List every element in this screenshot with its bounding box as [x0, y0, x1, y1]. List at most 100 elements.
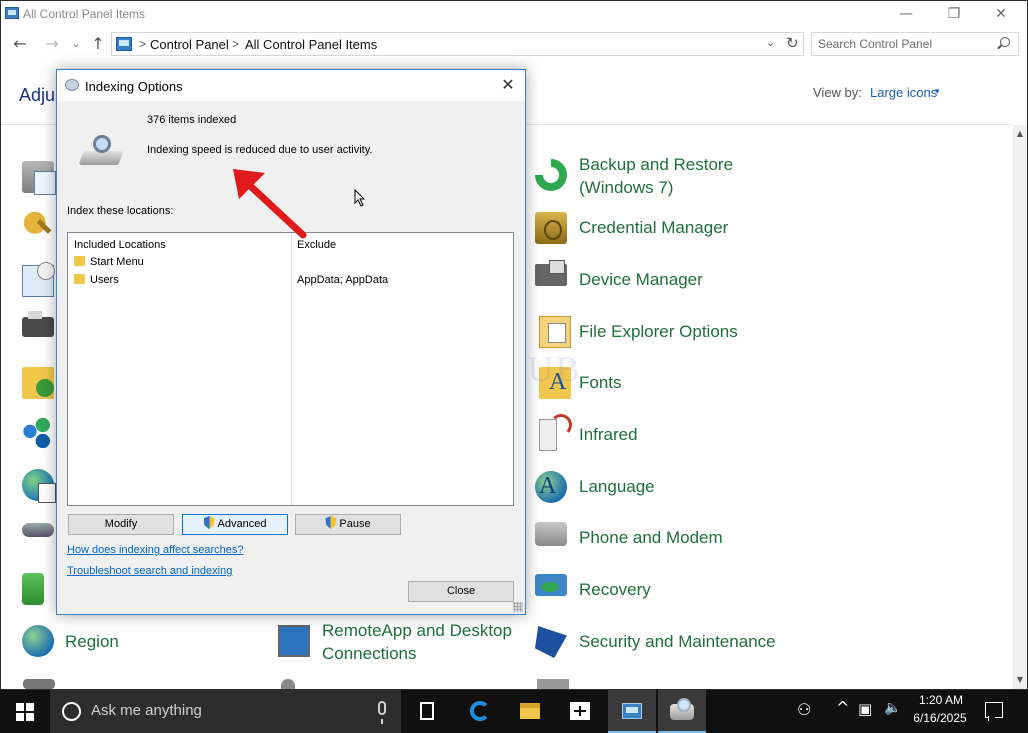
dialog-title: Indexing Options: [85, 79, 183, 94]
taskbar: Ask me anything ⚇ ^ ▣ 🔈 1:20 AM 6/16/202…: [0, 690, 1028, 733]
indexing-icon: [65, 79, 79, 91]
storage-spaces-icon[interactable]: [537, 679, 569, 689]
column-header-included[interactable]: Included Locations: [74, 239, 166, 251]
refresh-icon[interactable]: ↻: [786, 34, 799, 52]
annotation-arrow-icon: [233, 169, 307, 239]
security-flag-icon: [535, 626, 567, 658]
control-panel-icon: [622, 703, 642, 719]
internet-options-icon[interactable]: [22, 469, 56, 503]
start-button[interactable]: [0, 690, 50, 733]
back-button[interactable]: ←: [9, 33, 31, 55]
globe-clock-icon: [22, 625, 54, 657]
close-button[interactable]: ✕: [978, 3, 1024, 27]
cp-item-label: File Explorer Options: [579, 322, 738, 341]
address-row: ← → ⌄ ↑ > Control Panel > All Control Pa…: [1, 29, 1027, 59]
microphone-icon[interactable]: [378, 701, 386, 724]
dialog-close-button[interactable]: Close: [408, 581, 514, 602]
forward-button[interactable]: →: [41, 33, 63, 55]
modify-button-label: Modify: [104, 518, 138, 530]
taskbar-search-box[interactable]: Ask me anything: [50, 690, 401, 733]
credential-keys-icon[interactable]: [22, 210, 54, 242]
resize-grip-icon[interactable]: [513, 602, 523, 612]
location-exclude: AppData; AppData: [297, 274, 389, 286]
network-icon[interactable]: ▣: [858, 700, 872, 718]
recent-locations-button[interactable]: ⌄: [65, 33, 87, 55]
remote-desktop-icon: [278, 625, 310, 657]
date-time-icon[interactable]: [22, 262, 55, 297]
breadcrumb-separator: >: [139, 37, 147, 51]
address-dropdown-icon[interactable]: ⌄: [766, 36, 775, 49]
task-view-icon: [420, 702, 434, 720]
breadcrumb-all-items[interactable]: All Control Panel Items: [245, 37, 377, 52]
uac-shield-icon: [203, 516, 215, 529]
troubleshoot-link[interactable]: Troubleshoot search and indexing: [67, 565, 232, 577]
taskbar-file-explorer[interactable]: [506, 690, 554, 733]
how-indexing-link[interactable]: How does indexing affect searches?: [67, 544, 244, 556]
device-manager-icon: [535, 260, 567, 286]
mouse-cursor-icon: [354, 189, 366, 207]
cp-item-label: Security and Maintenance: [579, 632, 776, 651]
recovery-icon: [535, 574, 567, 596]
search-icon[interactable]: [1000, 37, 1010, 47]
phone-modem-icon: [535, 522, 567, 546]
taskbar-indexing-options[interactable]: [658, 690, 706, 733]
dialog-close-icon[interactable]: ✕: [497, 74, 519, 96]
scroll-down-icon[interactable]: ▼: [1013, 673, 1027, 687]
address-bar[interactable]: > Control Panel > All Control Panel Item…: [111, 32, 804, 56]
volume-icon[interactable]: 🔈: [884, 700, 901, 716]
taskbar-store[interactable]: [556, 690, 604, 733]
advanced-button[interactable]: Advanced: [182, 514, 288, 535]
up-button[interactable]: ↑: [87, 33, 109, 55]
cortana-icon: [62, 702, 81, 721]
homegroup-icon[interactable]: [22, 417, 54, 449]
sound-icon[interactable]: [23, 679, 55, 689]
breadcrumb-control-panel[interactable]: Control Panel: [150, 37, 229, 52]
indexing-status-message: Indexing speed is reduced due to user ac…: [147, 144, 373, 156]
show-hidden-icons-chevron-icon[interactable]: ^: [836, 698, 849, 717]
maximize-button[interactable]: ❐: [931, 3, 977, 27]
folder-icon: [74, 274, 85, 284]
vertical-scrollbar[interactable]: ▲ ▼: [1013, 125, 1027, 689]
cp-item-label: Fonts: [579, 373, 622, 392]
taskbar-search-text: Ask me anything: [91, 702, 202, 719]
minimize-button[interactable]: —: [883, 3, 929, 27]
pause-button-label: Pause: [339, 518, 371, 530]
advanced-button-label: Advanced: [217, 518, 267, 530]
people-icon[interactable]: ⚇: [797, 700, 811, 719]
devices-printers-icon[interactable]: [22, 311, 54, 337]
edge-browser-icon: [470, 701, 490, 721]
clock-time[interactable]: 1:20 AM: [918, 693, 964, 707]
action-center-icon[interactable]: [985, 702, 1003, 721]
task-view-button[interactable]: [403, 690, 451, 733]
indexing-options-dialog: Indexing Options ✕ 376 items indexed Ind…: [56, 69, 526, 615]
microphone-icon[interactable]: [281, 679, 295, 689]
pause-button[interactable]: Pause: [295, 514, 401, 535]
power-options-icon[interactable]: [22, 573, 44, 605]
search-box[interactable]: [811, 32, 1019, 56]
taskbar-control-panel[interactable]: [608, 690, 656, 733]
cp-item-label: Infrared: [579, 425, 638, 444]
search-input[interactable]: [818, 36, 988, 52]
cp-item-label: Language: [579, 477, 655, 496]
cp-item-label: Device Manager: [579, 270, 703, 289]
caret-down-icon[interactable]: ▾: [935, 87, 940, 97]
scroll-up-icon[interactable]: ▲: [1013, 127, 1027, 141]
language-globe-icon: [535, 471, 567, 503]
file-history-icon[interactable]: [22, 367, 54, 399]
location-users[interactable]: Users: [90, 274, 119, 286]
cp-item-label: Backup and Restore: [579, 155, 734, 174]
view-by-dropdown[interactable]: Large icons: [870, 85, 937, 100]
modify-button[interactable]: Modify: [68, 514, 174, 535]
control-panel-icon: [5, 7, 19, 19]
windows-logo-icon: [16, 703, 34, 721]
backup-restore-icon: [535, 159, 567, 191]
cp-item-label: RemoteApp and Desktop: [322, 621, 512, 640]
administrative-tools-icon[interactable]: [22, 161, 56, 195]
folder-icon: [74, 256, 85, 266]
clock-date[interactable]: 6/16/2025: [908, 711, 972, 725]
mouse-icon[interactable]: [22, 523, 54, 537]
close-button-label: Close: [446, 585, 476, 597]
locations-table[interactable]: Included Locations Exclude Start Menu Us…: [67, 232, 514, 506]
location-start-menu[interactable]: Start Menu: [90, 256, 144, 268]
taskbar-edge[interactable]: [456, 690, 504, 733]
